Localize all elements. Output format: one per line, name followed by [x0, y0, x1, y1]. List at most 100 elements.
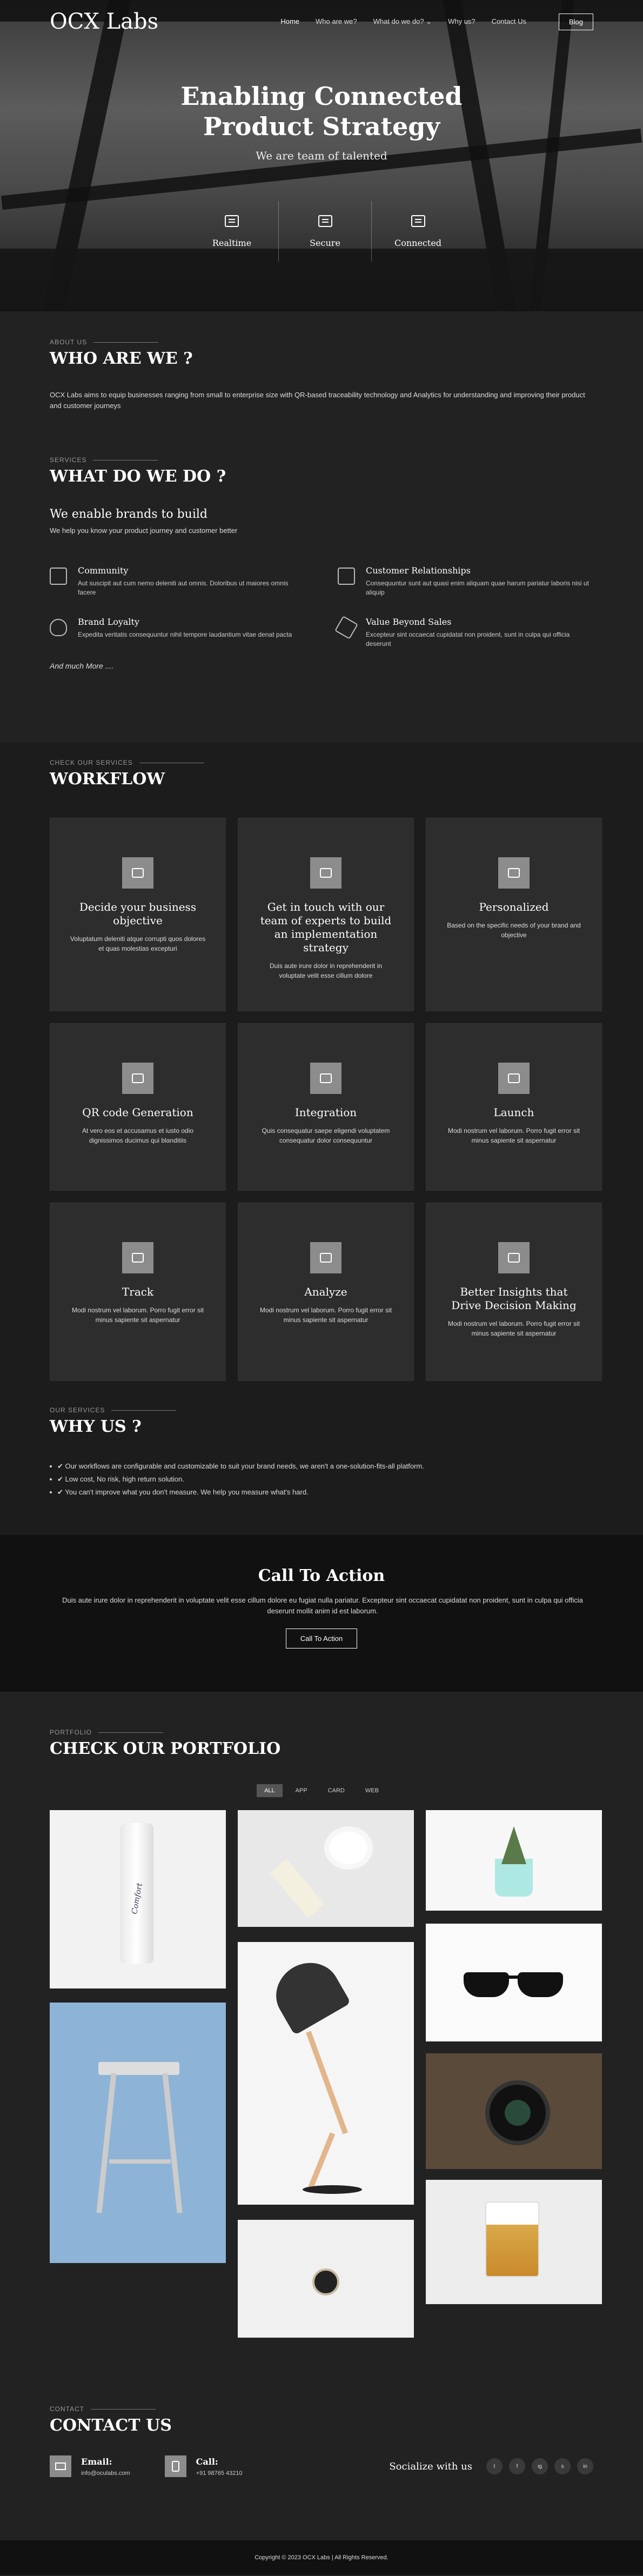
customer-relationships-icon	[338, 568, 355, 585]
email-value[interactable]: info@oculabs.com	[81, 2470, 130, 2477]
service-item: Value Beyond Sales Excepteur sint occaeca…	[334, 616, 593, 649]
workflow-card: Integration Quis consequatur saepe eligen…	[238, 1023, 414, 1191]
card-desc: Quis consequatur saepe eligendi voluptat…	[262, 1127, 390, 1144]
facebook-icon[interactable]: f	[509, 2458, 525, 2474]
portfolio-item-drink[interactable]	[426, 2180, 602, 2304]
integration-icon	[310, 1063, 341, 1094]
filter-card[interactable]: CARD	[320, 1784, 352, 1797]
hero-title: Enabling Connected Product Strategy	[0, 81, 643, 142]
filter-web[interactable]: WEB	[358, 1784, 386, 1797]
hero-features: Realtime Secure Connected	[185, 201, 464, 262]
qr-code-icon	[122, 1063, 153, 1094]
feature-connected: Connected	[371, 201, 464, 262]
twitter-icon[interactable]: t	[486, 2458, 503, 2474]
site-logo[interactable]: OCX Labs	[50, 9, 158, 34]
workflow-card: Get in touch with our team of experts to…	[238, 818, 414, 1011]
workflow-title: WORKFLOW	[50, 770, 165, 789]
portfolio-item-bottle[interactable]: Comfort	[50, 1810, 226, 1988]
nav-contact-us[interactable]: Contact Us	[492, 17, 526, 26]
portfolio-item-sunglasses[interactable]	[426, 1924, 602, 2041]
workflow-card: Decide your business objective Voluptatum…	[50, 818, 226, 1011]
bar-chart-icon	[310, 1242, 341, 1273]
instagram-icon[interactable]: ig	[532, 2458, 548, 2474]
contact-email: Email: info@oculabs.com	[50, 2455, 130, 2477]
nav-menu: Home Who are we? What do we do? ⌄ Why us…	[280, 17, 526, 26]
about-section: ABOUT US WHO ARE WE ? OCX Labs aims to e…	[0, 311, 643, 456]
social-label: Socialize with us	[389, 2460, 472, 2472]
phone-icon	[164, 2455, 186, 2477]
hero-title-line2: Product Strategy	[203, 112, 440, 141]
nav-why-us[interactable]: Why us?	[448, 17, 475, 26]
card-title: Get in touch with our team of experts to…	[260, 900, 392, 954]
card-title: Better Insights that Drive Decision Maki…	[451, 1285, 577, 1312]
hero-title-line1: Enabling Connected	[180, 82, 463, 111]
workflow-section: CHECK OUR SERVICES WORKFLOW Decide your …	[0, 743, 643, 1406]
service-title: Customer Relationships	[366, 565, 471, 576]
services-grid: Community Aut suscipit aut cum nemo delen…	[50, 565, 593, 649]
portfolio-item-stool[interactable]	[50, 2003, 226, 2263]
service-desc: Excepteur sint occaecat cupidatat non pr…	[366, 631, 570, 648]
why-item: ✔ Our workflows are configurable and cus…	[50, 1460, 593, 1473]
services-eyebrow: SERVICES	[50, 456, 593, 464]
why-list: ✔ Our workflows are configurable and cus…	[50, 1460, 593, 1499]
contact-section: CONTACT CONTACT US Email: info@oculabs.co…	[0, 2405, 643, 2540]
contact-title: CONTACT US	[50, 2416, 172, 2435]
portfolio-item-lens[interactable]	[426, 2053, 602, 2169]
eyebrow-text: SERVICES	[50, 456, 87, 464]
services-section: SERVICES WHAT DO WE DO ? We enable brand…	[0, 456, 643, 743]
service-desc: Expedita veritatis consequuntur nihil te…	[78, 631, 292, 638]
nav-what-do-we-do[interactable]: What do we do? ⌄	[373, 17, 432, 26]
portfolio-filters: ALL APP CARD WEB	[50, 1784, 593, 1797]
eyebrow-text: ABOUT US	[50, 338, 88, 346]
card-desc: Modi nostrum vel laborum. Porro fugit er…	[447, 1320, 580, 1337]
hero-subtitle: We are team of talented	[256, 149, 387, 162]
connected-icon	[411, 215, 425, 227]
insights-icon	[498, 1242, 530, 1273]
card-title: Personalized	[479, 900, 549, 913]
secure-doc-icon	[318, 215, 332, 227]
portfolio-item-lamp[interactable]	[238, 1942, 414, 2205]
skype-icon[interactable]: s	[554, 2458, 571, 2474]
service-item: Brand Loyalty Expedita veritatis consequu…	[50, 617, 305, 649]
social-links: Socialize with us t f ig s in	[389, 2458, 593, 2474]
blog-button[interactable]: Blog	[558, 13, 593, 30]
workflow-card: Personalized Based on the specific needs …	[426, 818, 602, 1011]
nav-home[interactable]: Home	[280, 17, 299, 26]
service-desc: Consequuntur sunt aut quasi enim aliquam…	[366, 579, 589, 596]
why-item: ✔ You can't improve what you don't measu…	[50, 1486, 593, 1499]
contact-row: Email: info@oculabs.com Call: +91 98765 43…	[50, 2455, 593, 2477]
why-us-section: OUR SERVICES WHY US ? ✔ Our workflows ar…	[0, 1406, 643, 1535]
portfolio-section: PORTFOLIO CHECK OUR PORTFOLIO ALL APP CA…	[0, 1692, 643, 2405]
workflow-card: Track Modi nostrum vel laborum. Porro fug…	[50, 1203, 226, 1381]
services-title: WHAT DO WE DO ?	[50, 467, 226, 486]
card-desc: At vero eos et accusamus et iusto odio d…	[82, 1127, 194, 1144]
nav-who-are-we[interactable]: Who are we?	[316, 17, 357, 26]
why-item: ✔ Low cost, No risk, high return solutio…	[50, 1473, 593, 1486]
portfolio-title: CHECK OUR PORTFOLIO	[50, 1739, 281, 1758]
linkedin-icon[interactable]: in	[577, 2458, 593, 2474]
cta-button[interactable]: Call To Action	[285, 1629, 358, 1649]
cta-title: Call To Action	[258, 1566, 385, 1585]
service-item: Customer Relationships Consequuntur sunt …	[338, 565, 593, 597]
filter-all[interactable]: ALL	[257, 1784, 283, 1797]
phone-value[interactable]: +91 98765 43210	[196, 2470, 243, 2477]
eyebrow-text: CONTACT	[50, 2405, 85, 2413]
card-title: Decide your business objective	[79, 900, 197, 927]
contact-eyebrow: CONTACT	[50, 2405, 593, 2413]
email-label: Email:	[81, 2456, 112, 2467]
eyebrow-text: CHECK OUR SERVICES	[50, 759, 133, 766]
portfolio-item-coffee[interactable]	[238, 1810, 414, 1927]
community-icon	[50, 568, 67, 585]
eyebrow-text: OUR SERVICES	[50, 1406, 105, 1414]
filter-app[interactable]: APP	[288, 1784, 315, 1797]
card-title: Launch	[493, 1106, 534, 1119]
copyright-text: Copyright © 2023 OCX Labs | All Rights R…	[254, 2554, 389, 2561]
portfolio-item-plant[interactable]	[426, 1810, 602, 1911]
portfolio-gallery: Comfort	[50, 1810, 602, 2361]
track-icon	[122, 1242, 153, 1273]
about-text: OCX Labs aims to equip businesses rangin…	[50, 391, 585, 410]
card-title: Analyze	[304, 1285, 347, 1298]
top-nav: OCX Labs Home Who are we? What do we do?…	[0, 0, 643, 43]
portfolio-item-watch[interactable]	[238, 2220, 414, 2338]
service-desc: Aut suscipit aut cum nemo deleniti aut o…	[78, 579, 289, 596]
